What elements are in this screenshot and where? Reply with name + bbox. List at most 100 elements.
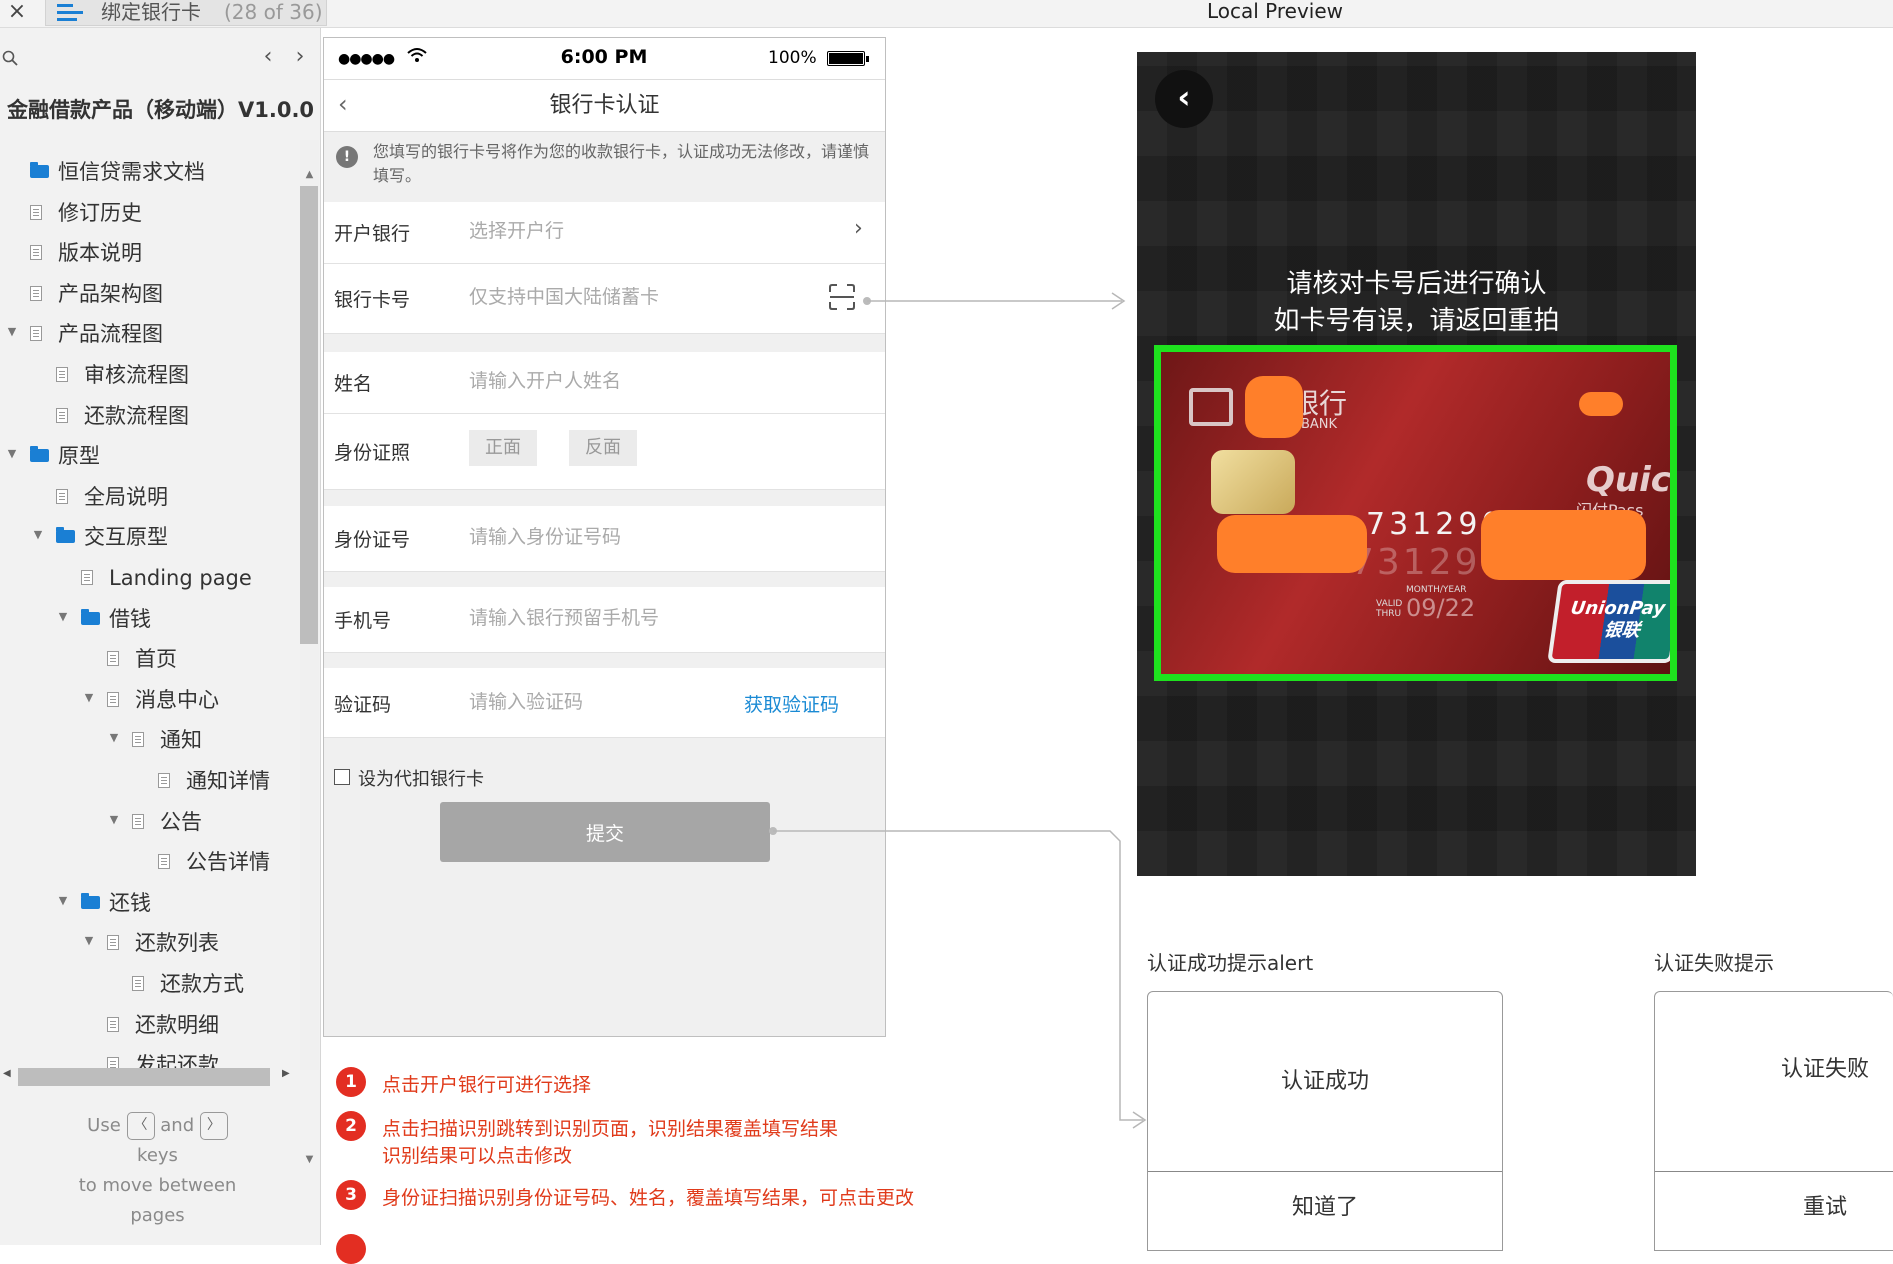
retry-button[interactable]: 重试 xyxy=(1655,1172,1893,1242)
card-number-label: 银行卡号 xyxy=(334,289,411,311)
failure-alert-title: 认证失败提示 xyxy=(1654,951,1774,975)
expand-toggle-icon[interactable]: ▼ xyxy=(108,814,120,826)
card-number-input[interactable] xyxy=(469,286,799,308)
bank-logo-icon xyxy=(1189,388,1233,426)
sidebar-item[interactable]: 修订历史 xyxy=(0,193,300,233)
expand-toggle-icon[interactable]: ▼ xyxy=(57,895,69,907)
name-input[interactable] xyxy=(469,370,799,392)
id-number-input[interactable] xyxy=(469,526,799,548)
expand-toggle-icon[interactable]: ▼ xyxy=(6,448,18,460)
hint-and: and xyxy=(160,1115,195,1136)
sidebar-item[interactable]: ▼ 通知 xyxy=(0,720,300,760)
back-icon[interactable]: ‹ xyxy=(338,90,348,118)
sidebar-item[interactable]: ▼ 借钱 xyxy=(0,599,300,639)
page-icon xyxy=(56,489,68,504)
expand-toggle-icon[interactable]: ▼ xyxy=(83,692,95,704)
camera-back-icon[interactable]: ‹ xyxy=(1155,70,1213,128)
sidebar-item-label: 消息中心 xyxy=(135,688,219,712)
success-message: 认证成功 xyxy=(1280,1069,1369,1094)
sidebar-item[interactable]: 还款明细 xyxy=(0,1005,300,1045)
failure-message: 认证失败 xyxy=(1780,1057,1869,1082)
horizontal-scrollbar[interactable]: ◀ ▶ xyxy=(0,1063,300,1088)
code-label: 验证码 xyxy=(334,694,392,716)
screen-title: 银行卡认证 xyxy=(549,93,660,118)
sidebar-item[interactable]: 全局说明 xyxy=(0,477,300,517)
get-code-button[interactable]: 获取验证码 xyxy=(744,690,839,717)
sidebar-item[interactable]: 首页 xyxy=(0,639,300,679)
next-page-icon[interactable]: › xyxy=(291,46,309,70)
scroll-up-icon[interactable]: ▲ xyxy=(304,170,315,180)
card-number-emboss: 73129 xyxy=(1351,542,1481,583)
autodebit-label: 设为代扣银行卡 xyxy=(358,769,484,790)
annotation-2-text: 点击扫描识别跳转到识别页面，识别结果覆盖填写结果 xyxy=(382,1118,839,1140)
submit-button[interactable]: 提交 xyxy=(440,802,770,862)
notice-banner: ! 您填写的银行卡号将作为您的收款银行卡，认证成功无法修改，请谨慎填写。 xyxy=(324,132,885,202)
expand-toggle-icon[interactable]: ▼ xyxy=(32,529,44,541)
id-photo-row: 身份证照 正面 反面 xyxy=(324,414,885,490)
sidebar-item[interactable]: 还款流程图 xyxy=(0,396,300,436)
expand-toggle-icon[interactable]: ▼ xyxy=(83,935,95,947)
bank-row[interactable]: 开户银行 › xyxy=(324,202,885,264)
search-icon[interactable] xyxy=(2,50,18,66)
sidebar-item[interactable]: ▼ 还款列表 xyxy=(0,923,300,963)
sidebar-item[interactable]: 公告详情 xyxy=(0,842,300,882)
horizontal-scroll-thumb[interactable] xyxy=(18,1068,270,1086)
success-alert-title: 认证成功提示alert xyxy=(1147,951,1314,975)
page-tab[interactable]: 绑定银行卡 (28 of 36) xyxy=(45,0,327,26)
chip-icon xyxy=(1211,450,1295,514)
close-icon[interactable]: × xyxy=(5,0,29,26)
next-key-icon: 〉 xyxy=(199,1112,228,1140)
got-it-button[interactable]: 知道了 xyxy=(1148,1172,1502,1242)
chevron-right-icon[interactable]: › xyxy=(854,216,863,241)
scan-icon[interactable] xyxy=(829,284,855,310)
card-valid-thru: VALID THRU xyxy=(1376,599,1403,619)
nav-bar: 银行卡认证 ‹ xyxy=(324,80,885,132)
bank-select[interactable] xyxy=(469,220,799,242)
page-icon xyxy=(158,854,170,869)
mobile-row: 手机号 xyxy=(324,587,885,653)
scroll-down-icon[interactable]: ▼ xyxy=(304,1155,315,1165)
sidebar-item[interactable]: ▼ 还钱 xyxy=(0,883,300,923)
connector-arrow xyxy=(1111,292,1126,310)
mobile-input[interactable] xyxy=(469,607,799,629)
scroll-left-icon[interactable]: ◀ xyxy=(3,1068,11,1079)
hint-use: Use xyxy=(87,1115,121,1136)
expand-toggle-icon[interactable]: ▼ xyxy=(57,611,69,623)
prev-page-icon[interactable]: ‹ xyxy=(259,46,277,70)
sidebar-item[interactable]: 恒信贷需求文档 xyxy=(0,152,300,192)
name-row: 姓名 xyxy=(324,352,885,414)
sidebar-item[interactable]: 审核流程图 xyxy=(0,355,300,395)
failure-alert: 认证失败 重试 xyxy=(1654,991,1893,1251)
sidebar-item[interactable]: ▼ 交互原型 xyxy=(0,517,300,557)
sidebar-item[interactable]: 还款方式 xyxy=(0,964,300,1004)
sidebar-item[interactable]: ▼ 原型 xyxy=(0,436,300,476)
annotation-4-badge xyxy=(336,1234,366,1264)
id-front-button[interactable]: 正面 xyxy=(469,430,537,466)
sidebar-item[interactable]: Landing page xyxy=(0,558,300,598)
menu-icon[interactable] xyxy=(57,4,83,22)
code-input[interactable] xyxy=(469,691,719,713)
sidebar-item[interactable]: 产品架构图 xyxy=(0,274,300,314)
preview-title: Local Preview xyxy=(1206,0,1344,23)
title-bar: × 绑定银行卡 (28 of 36) Local Preview xyxy=(0,0,1893,28)
project-title: 金融借款产品（移动端）V1.0.0 xyxy=(7,98,315,122)
expand-toggle-icon[interactable]: ▼ xyxy=(6,326,18,338)
id-photo-label: 身份证照 xyxy=(334,442,411,464)
sidebar-item[interactable]: ▼ 产品流程图 xyxy=(0,314,300,354)
sidebar-item[interactable]: ▼ 消息中心 xyxy=(0,680,300,720)
sidebar-item[interactable]: ▼ 公告 xyxy=(0,802,300,842)
sidebar-item[interactable]: 通知详情 xyxy=(0,761,300,801)
sidebar-item[interactable]: 版本说明 xyxy=(0,233,300,273)
vertical-scroll-thumb[interactable] xyxy=(300,186,318,644)
unionpay-en: UnionPay xyxy=(1569,598,1667,619)
page-title: 绑定银行卡 xyxy=(101,0,201,24)
name-label: 姓名 xyxy=(334,373,373,395)
expand-toggle-icon[interactable]: ▼ xyxy=(108,732,120,744)
success-alert: 认证成功 知道了 xyxy=(1147,991,1503,1251)
autodebit-checkbox[interactable] xyxy=(334,769,350,785)
id-back-button[interactable]: 反面 xyxy=(569,430,637,466)
keyboard-hint: Use 〈 and 〉 keys to move between pages xyxy=(20,1111,295,1231)
sidebar-item-label: 还款明细 xyxy=(135,1013,219,1037)
sidebar-item-label: 公告详情 xyxy=(186,850,270,874)
scroll-right-icon[interactable]: ▶ xyxy=(282,1068,290,1079)
